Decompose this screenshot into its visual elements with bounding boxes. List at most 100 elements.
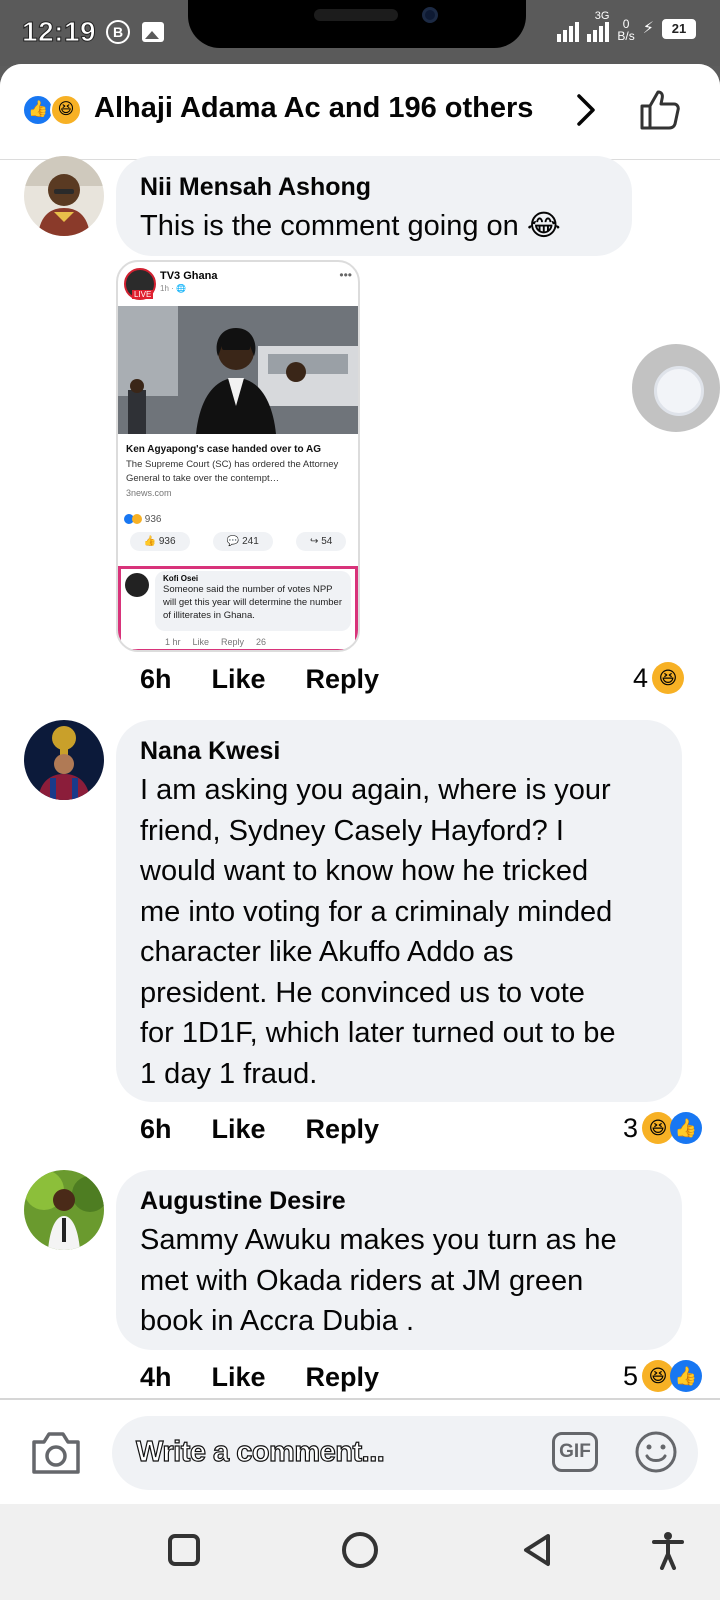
comment-reaction-count[interactable]: 4 😆 xyxy=(633,662,684,694)
comment-bubble[interactable]: Nii Mensah Ashong This is the comment go… xyxy=(116,156,632,256)
status-right-icons: 3G 0 B/s ⚡ 21 xyxy=(557,10,696,42)
haha-icon: 😆 xyxy=(652,662,684,694)
like-icon: 👍 xyxy=(670,1360,702,1392)
attachment-post-time: 1h · 🌐 xyxy=(160,284,186,293)
avatar[interactable] xyxy=(24,1170,104,1250)
comment-text-line: friend, Sydney Casely Hayford? I xyxy=(140,814,564,847)
reactions-summary[interactable]: Alhaji Adama Ac and 196 others xyxy=(94,92,533,125)
reactions-header[interactable]: 👍 😆 Alhaji Adama Ac and 196 others xyxy=(0,64,720,160)
live-tag: LIVE xyxy=(132,290,154,299)
attachment-reactions: 936 xyxy=(124,514,161,525)
comment-text-line: character like Akuffo Addo as xyxy=(140,936,514,968)
signal-icon xyxy=(557,16,580,42)
comment-actions: 6h Like Reply xyxy=(140,1114,379,1145)
comment-text-line: president. He convinced us to vote xyxy=(140,976,585,1009)
attachment-share-count: 54 xyxy=(321,536,333,547)
like-post-icon[interactable] xyxy=(636,86,684,134)
comment-text-line: book in Accra Dubia . xyxy=(140,1305,415,1337)
comment-composer: Write a comment... GIF xyxy=(0,1398,720,1504)
comment-actions: 6h Like Reply xyxy=(140,664,379,695)
comment-reaction-count[interactable]: 3 😆 👍 xyxy=(623,1112,702,1144)
attachment-share-button: ↪ 54 xyxy=(296,532,347,551)
reaction-count-value: 5 xyxy=(622,1360,638,1391)
comment-attachment-image[interactable]: LIVE TV3 Ghana 1h · 🌐 ••• Ken Agyapong's xyxy=(116,260,360,652)
back-button[interactable] xyxy=(520,1532,556,1568)
attachment-comment-reply: Reply xyxy=(221,637,245,647)
attachment-comment-time: 1 hr xyxy=(165,637,181,647)
attachment-like-count: 936 xyxy=(158,536,176,547)
net-speed-unit: B/s xyxy=(617,29,635,43)
attachment-comment-text: Someone said the number of votes NPP wil… xyxy=(163,584,342,621)
comment-actions: 4h Like Reply xyxy=(140,1362,379,1393)
attachment-reaction-count: 936 xyxy=(144,514,162,525)
comment-author[interactable]: Nii Mensah Ashong xyxy=(140,172,608,202)
comment-time: 4h xyxy=(140,1362,172,1392)
attachment-photo xyxy=(118,306,358,434)
comment-text-line: me into voting for a criminaly minded xyxy=(140,895,613,928)
more-icon: ••• xyxy=(339,268,352,282)
reply-button[interactable]: Reply xyxy=(306,1114,380,1145)
comment-bubble[interactable]: Nana Kwesi I am asking you again, where … xyxy=(116,720,682,1102)
attachment-comment-author: Kofi Osei xyxy=(163,574,199,583)
comment-text: This is the comment going on 😂 xyxy=(140,210,561,242)
attachment-comment-button: 💬 241 xyxy=(212,532,273,551)
haha-icon: 😆 xyxy=(50,94,82,126)
bitcoin-icon: B xyxy=(106,20,130,44)
attachment-comment-count: 26 xyxy=(256,637,267,647)
front-camera xyxy=(422,7,438,23)
comment-text: I am asking you again, where is your fri… xyxy=(140,770,658,1094)
avatar[interactable] xyxy=(24,156,104,236)
comment-author[interactable]: Augustine Desire xyxy=(140,1186,658,1216)
comment-reaction-count[interactable]: 5 😆 👍 xyxy=(623,1360,702,1392)
chevron-right-icon[interactable] xyxy=(574,92,598,136)
comment-text-line: 1 day 1 fraud. xyxy=(140,1057,318,1090)
comment-time: 6h xyxy=(140,1114,172,1144)
attachment-comment-bubble: Kofi Osei Someone said the number of vot… xyxy=(155,571,351,631)
like-button[interactable]: Like xyxy=(212,1114,266,1145)
comment-time: 6h xyxy=(140,664,172,694)
comment-bubble[interactable]: Augustine Desire Sammy Awuku makes you t… xyxy=(116,1170,682,1350)
camera-notch xyxy=(188,0,526,48)
accessibility-icon[interactable] xyxy=(648,1530,688,1570)
reaction-count-value: 3 xyxy=(622,1112,638,1143)
reply-button[interactable]: Reply xyxy=(306,664,380,695)
home-button[interactable] xyxy=(342,1532,378,1568)
attachment-comment-count: 241 xyxy=(242,536,259,547)
recents-button[interactable] xyxy=(168,1534,200,1566)
attachment-description: The Supreme Court (SC) has ordered the A… xyxy=(126,459,339,484)
comment-text-line: met with Okada riders at JM green xyxy=(140,1264,584,1297)
gif-button[interactable]: GIF xyxy=(552,1432,598,1472)
comment-input[interactable]: Write a comment... GIF xyxy=(112,1416,698,1490)
comment-author[interactable]: Nana Kwesi xyxy=(140,736,658,766)
signal-3g-icon: 3G xyxy=(587,10,610,42)
haha-icon xyxy=(132,514,142,525)
attachment-action-buttons: 👍 936 💬 241 ↪ 54 xyxy=(118,532,358,551)
camera-icon[interactable] xyxy=(30,1428,82,1476)
gallery-icon xyxy=(142,22,164,42)
attachment-like-button: 👍 936 xyxy=(129,532,190,551)
reply-button[interactable]: Reply xyxy=(306,1362,380,1393)
system-nav-bar xyxy=(0,1504,720,1600)
network-tag: 3G xyxy=(594,10,610,22)
comment-text: Sammy Awuku makes you turn as he met wit… xyxy=(140,1220,658,1342)
attachment-headline: Ken Agyapong's case handed over to AG xyxy=(126,444,322,455)
like-button[interactable]: Like xyxy=(212,664,266,695)
comment-text-line: would want to know how he tricked xyxy=(140,855,589,887)
net-speed: 0 B/s xyxy=(617,18,634,42)
attachment-page-name: TV3 Ghana xyxy=(160,270,218,282)
floating-chat-head[interactable] xyxy=(632,344,720,432)
charging-icon: ⚡ xyxy=(642,20,654,37)
status-time: 12:19 xyxy=(21,16,97,48)
emoji-icon[interactable] xyxy=(634,1430,678,1474)
reaction-count-value: 4 xyxy=(632,662,648,693)
battery-icon: 21 xyxy=(662,19,696,39)
avatar xyxy=(125,573,149,597)
comment-input-placeholder: Write a comment... xyxy=(135,1435,385,1468)
like-button[interactable]: Like xyxy=(212,1362,266,1393)
like-icon: 👍 xyxy=(670,1112,702,1144)
speaker-grille xyxy=(314,9,398,21)
avatar[interactable] xyxy=(24,720,104,800)
comment-text-line: I am asking you again, where is your xyxy=(140,774,611,806)
status-bar: 12:19 B 3G 0 B/s ⚡ 21 xyxy=(0,0,720,66)
status-notification-icons: B xyxy=(106,20,164,44)
